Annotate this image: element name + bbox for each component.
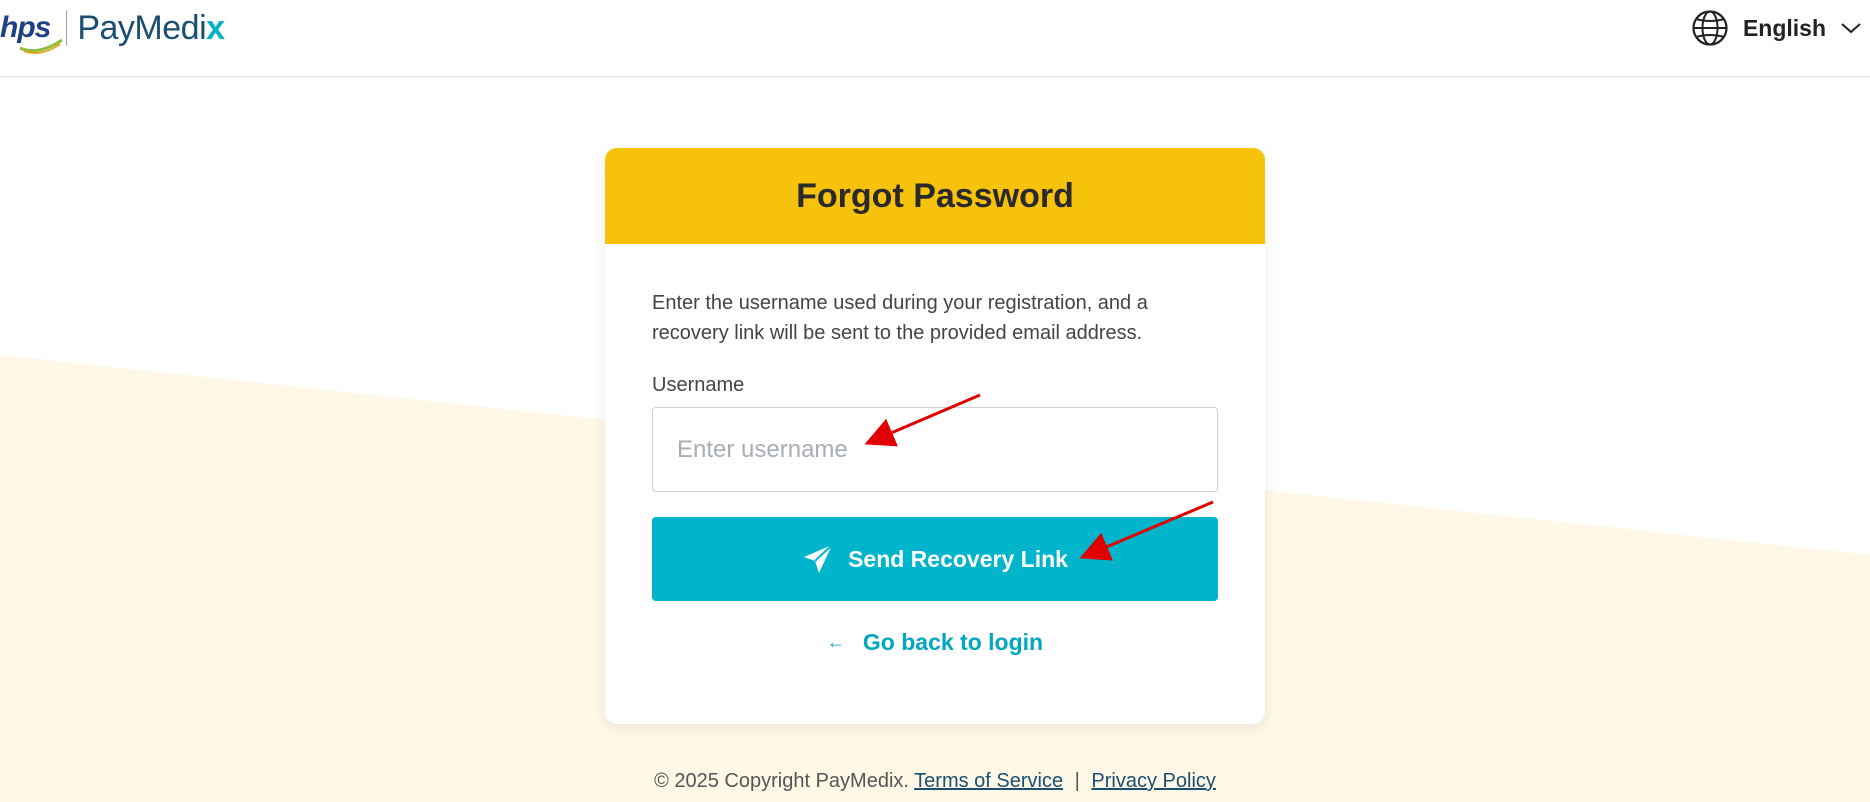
chevron-down-icon xyxy=(1841,23,1861,34)
username-input[interactable] xyxy=(652,407,1218,492)
top-header: hps PayMedix English xyxy=(0,0,1870,77)
go-back-to-login-link[interactable]: ← Go back to login xyxy=(652,629,1218,656)
privacy-policy-link[interactable]: Privacy Policy xyxy=(1091,770,1215,792)
forgot-password-card: Forgot Password Enter the username used … xyxy=(605,148,1265,724)
card-body: Enter the username used during your regi… xyxy=(605,244,1265,656)
send-recovery-link-label: Send Recovery Link xyxy=(848,545,1068,572)
paymedix-logo[interactable]: hps PayMedix xyxy=(0,6,225,54)
username-label: Username xyxy=(652,374,745,396)
logo-divider xyxy=(66,10,68,46)
copyright-text: © 2025 Copyright PayMedix. xyxy=(654,770,909,792)
card-header: Forgot Password xyxy=(605,148,1265,244)
arrow-left-icon: ← xyxy=(826,632,845,652)
page-footer: © 2025 Copyright PayMedix. Terms of Serv… xyxy=(0,770,1870,793)
terms-of-service-link[interactable]: Terms of Service xyxy=(914,770,1063,792)
send-recovery-link-button[interactable]: Send Recovery Link xyxy=(652,517,1218,601)
hps-swoosh-icon xyxy=(19,38,63,54)
page-title: Forgot Password xyxy=(796,176,1074,215)
paymedix-wordmark-main: PayMedi xyxy=(77,8,207,47)
globe-icon xyxy=(1692,10,1728,46)
language-selector[interactable]: English xyxy=(1691,8,1870,48)
instructions-text: Enter the username used during your regi… xyxy=(652,292,1148,344)
paper-plane-icon xyxy=(804,544,833,573)
footer-separator: | xyxy=(1074,770,1080,792)
language-label: English xyxy=(1742,14,1826,41)
go-back-to-login-label: Go back to login xyxy=(862,629,1044,655)
paymedix-wordmark-x: x xyxy=(206,8,225,47)
paymedix-wordmark: PayMedix xyxy=(77,8,225,48)
